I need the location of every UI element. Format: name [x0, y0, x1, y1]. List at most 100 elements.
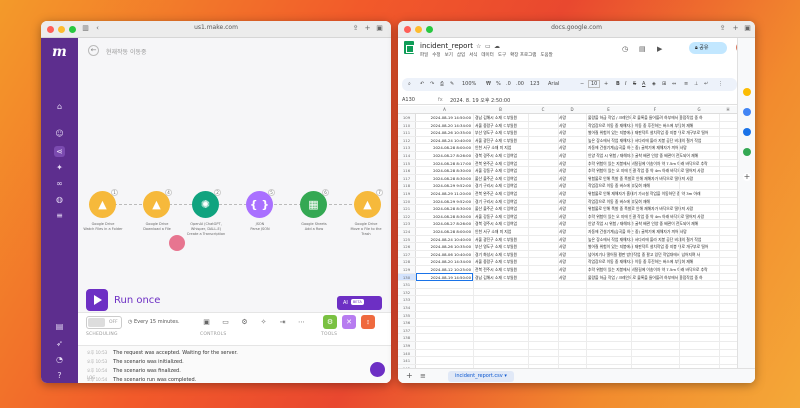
cell-location[interactable]: 경남 김해시 소재 ㄷ부일원	[475, 114, 528, 121]
cell-location[interactable]: 서울 강동구 소재 ㄷ잉여업	[475, 167, 528, 174]
cell-datetime[interactable]: 2024-08-28 8:00:00	[418, 228, 471, 235]
menu-edit[interactable]: 수정	[432, 52, 440, 58]
cell-outcome[interactable]: 사망	[559, 144, 586, 151]
row-number[interactable]: 119	[398, 190, 416, 197]
cell-outcome[interactable]: 사망	[559, 167, 586, 174]
cell-description[interactable]: 물량을 하급 작업 / 크레인으로 물록을 들어올려 하부에서 용접작업 중 하	[588, 274, 728, 281]
menu-format[interactable]: 서식	[469, 52, 477, 58]
share-icon[interactable]: ⇪	[351, 24, 360, 33]
cloud-status-icon[interactable]: ☁	[494, 43, 500, 50]
cell-datetime[interactable]: 2024-08-26 10:35:00	[418, 129, 471, 136]
cell-outcome[interactable]: 사망	[559, 274, 586, 281]
cell-outcome[interactable]: 사망	[559, 137, 586, 144]
back-button[interactable]: ←	[88, 45, 99, 56]
cell-location[interactable]: 울산 울주군 소재 ㄷ잉여업	[475, 175, 528, 182]
cell-description[interactable]: 자동에 건설기계(습곡을 하는 중) 굴착기에 재해자가 끼어 사망	[588, 228, 728, 235]
new-tab-icon[interactable]: +	[363, 24, 372, 33]
scheduling-toggle[interactable]: OFF	[86, 316, 122, 329]
menu-help[interactable]: 도움말	[540, 52, 552, 58]
cell-description[interactable]: 인양 작업 시 위험 / 재해자가 굴착 배관 인양 중 배관이 전도되어 재해	[588, 152, 728, 159]
font-select[interactable]: Arial	[548, 81, 559, 87]
row-number[interactable]: 113	[398, 144, 416, 151]
ai-assistant-button[interactable]: AI BETA	[337, 296, 382, 310]
row-number[interactable]: 140	[398, 349, 416, 357]
cell-datetime[interactable]: 2024-08-28 8:30:00	[418, 205, 471, 212]
cell-description[interactable]: 추락 위험이 있는 오 지에 연결 작업 중 약 4m 아래 바닥으로 떨어져 …	[588, 167, 728, 174]
maps-icon[interactable]	[743, 148, 751, 156]
cell-outcome[interactable]: 사망	[559, 258, 586, 265]
puzzle-icon[interactable]: ✦	[54, 162, 65, 173]
name-box[interactable]: A130	[402, 97, 415, 103]
row-number[interactable]: 139	[398, 342, 416, 349]
link-icon[interactable]: ∞	[54, 178, 65, 189]
auto-align-icon[interactable]: ✧	[258, 317, 269, 328]
column-header[interactable]: D	[558, 107, 586, 112]
history-icon[interactable]: ◷	[622, 45, 628, 53]
cell-datetime[interactable]: 2024-08-27 8:26:00	[418, 220, 471, 227]
row-number[interactable]: 125	[398, 235, 416, 243]
cell-description[interactable]: 추락 위험이 있는 오 지에 연결 작업 중 약 4m 아래 바닥으로 떨어져 …	[588, 213, 728, 220]
add-sheet-icon[interactable]: +	[406, 371, 413, 380]
cell-outcome[interactable]: 사망	[559, 205, 586, 212]
share-button[interactable]: 🔒︎ 공유	[689, 42, 727, 54]
cell-outcome[interactable]: 사망	[559, 160, 586, 167]
cell-outcome[interactable]: 사망	[559, 114, 586, 121]
column-header[interactable]: A	[416, 107, 473, 112]
cell-datetime[interactable]: 2024-08-28 8:17:00	[418, 160, 471, 167]
cell-location[interactable]: 전북 전주시 소재 ㄷ부일원	[475, 266, 528, 273]
home-icon[interactable]: ⌂	[54, 101, 65, 112]
row-number[interactable]: 122	[398, 212, 416, 220]
cell-location[interactable]: 서울 중랑구 소재 ㄷ부일원	[475, 122, 528, 129]
notes-icon[interactable]: ▭	[220, 317, 231, 328]
cell-location[interactable]: 부산 영도구 소재 ㄷ부일원	[475, 129, 528, 136]
cell-location[interactable]: 전북 완주군 소재 ㄷ잉여업	[475, 160, 528, 167]
cell-description[interactable]: 위험물로 인해 재해자가 흡배기 가시설 작업을 이동하던 중 약 3m 아래	[588, 190, 728, 197]
italic-icon[interactable]: I	[625, 81, 626, 87]
row-number[interactable]: 131	[398, 281, 416, 288]
all-sheets-icon[interactable]: ≡	[420, 372, 426, 380]
cell-description[interactable]: 작업장으로 이동 중 재해자가 이동 중 후진하는 버스에 부딪혀 재해	[588, 122, 728, 129]
row-number[interactable]: 129	[398, 266, 416, 273]
row-number[interactable]: 109	[398, 114, 416, 121]
row-number[interactable]: 134	[398, 304, 416, 311]
cell-datetime[interactable]: 2024-08-06 10:40:00	[418, 251, 471, 258]
cell-description[interactable]: 높은 장소에서 작업 재해자가 서다리에 올라 지붕 공단 비계의 철거 작업	[588, 137, 728, 144]
globe-icon[interactable]: ◍	[54, 194, 65, 205]
cell-description[interactable]: 벌어질 위험이 있는 지붕에서 재판덕트 설치작업 중 지붕 위로 개구부로 떨…	[588, 243, 728, 250]
cell-description[interactable]: 넘어지기나 떨어질 평판 방향작업 중 팔고 있던 작업대에서 넘어지며 사	[588, 251, 728, 258]
row-number[interactable]: 116	[398, 167, 416, 174]
gear-icon[interactable]: ⚙	[239, 317, 250, 328]
formula-input[interactable]: 2024. 8. 19 오후 2:50:00	[450, 97, 510, 104]
new-tab-icon[interactable]: +	[731, 24, 740, 33]
cell-description[interactable]: 작업장으로 이동 중 버스에 부딪혀 재해	[588, 198, 728, 205]
row-number[interactable]: 112	[398, 136, 416, 144]
cell-description[interactable]: 인양 작업 시 위험 / 재해자가 굴착 배관 인양 중 배관이 전도되어 재해	[588, 220, 728, 227]
cell-datetime[interactable]: 2024-08-28 8:30:00	[418, 167, 471, 174]
cell-outcome[interactable]: 사망	[559, 236, 586, 243]
merge-cells-icon[interactable]: ⇔	[672, 81, 676, 87]
cell-location[interactable]: 인천 서구 소재 미 지업	[475, 144, 528, 151]
cell-outcome[interactable]: 사망	[559, 243, 586, 250]
cell-outcome[interactable]: 사망	[559, 182, 586, 189]
text-color-icon[interactable]: A	[642, 81, 645, 87]
cell-datetime[interactable]: 2024-08-29 9:52:00	[418, 182, 471, 189]
column-header[interactable]: B	[473, 107, 528, 112]
cell-datetime[interactable]: 2024-08-19 14:50:00	[418, 114, 471, 121]
cell-description[interactable]: 추락 위험이 있는 지붕에서 비탈길에 이송이차 약 7.5m 아래 바닥으로 …	[588, 266, 728, 273]
comment-icon[interactable]: ▤	[639, 45, 646, 53]
flow-icon[interactable]: ⇥	[277, 317, 288, 328]
row-number[interactable]: 110	[398, 121, 416, 129]
row-number[interactable]: 118	[398, 182, 416, 189]
row-number[interactable]: 130	[398, 273, 416, 281]
cell-outcome[interactable]: 사망	[559, 220, 586, 227]
share-icon[interactable]: ⋖	[54, 146, 65, 157]
schedule-setting[interactable]: ◷ Every 15 minutes.	[128, 319, 180, 325]
zoom-select[interactable]: 100%	[462, 81, 476, 87]
scenario-name[interactable]: 현재작동 이동중	[106, 47, 147, 56]
book-icon[interactable]: ▤	[54, 321, 65, 332]
increase-font-size-icon[interactable]: +	[604, 81, 608, 87]
increase-decimal-icon[interactable]: .00	[516, 81, 524, 87]
decrease-decimal-icon[interactable]: .0	[506, 81, 511, 87]
font-size-input[interactable]: 10	[588, 80, 601, 88]
decrease-font-size-icon[interactable]: −	[580, 81, 584, 87]
